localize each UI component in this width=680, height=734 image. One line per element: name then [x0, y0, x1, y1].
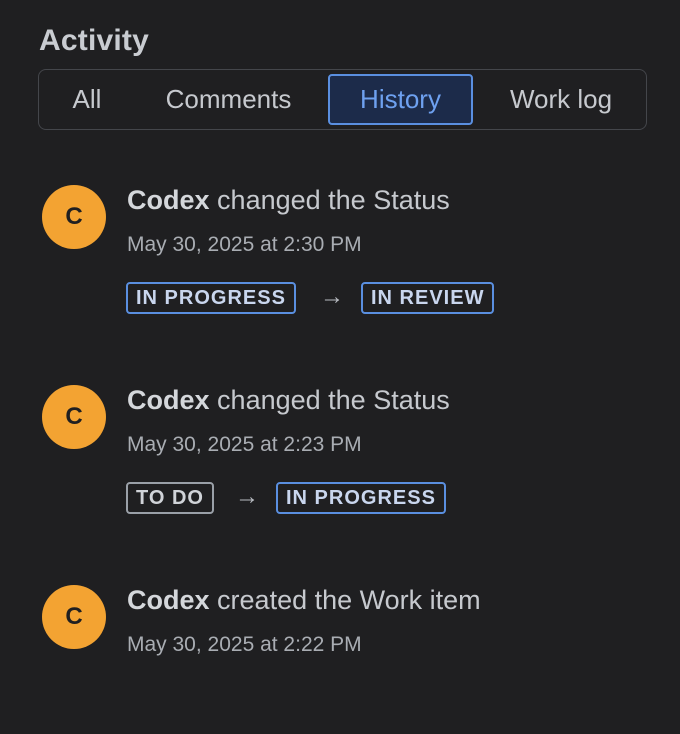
tab-comments[interactable]: Comments	[146, 74, 311, 125]
action-text: changed the	[217, 385, 366, 415]
tab-history[interactable]: History	[328, 74, 473, 125]
action-text: changed the	[217, 185, 366, 215]
status-lozenge-from: TO DO	[126, 482, 214, 514]
field-name: Work item	[359, 585, 481, 615]
avatar[interactable]: C	[42, 585, 106, 649]
status-lozenge-to: IN REVIEW	[361, 282, 495, 314]
entry-timestamp: May 30, 2025 at 2:30 PM	[127, 233, 362, 256]
field-name: Status	[373, 385, 450, 415]
activity-tabs: All Comments History Work log	[38, 69, 647, 130]
entry-timestamp: May 30, 2025 at 2:22 PM	[127, 633, 362, 656]
activity-title: Activity	[39, 24, 149, 57]
author-name[interactable]: Codex	[127, 585, 210, 615]
entry-timestamp: May 30, 2025 at 2:23 PM	[127, 433, 362, 456]
author-name[interactable]: Codex	[127, 185, 210, 215]
field-name: Status	[373, 185, 450, 215]
status-lozenge-from: IN PROGRESS	[126, 282, 296, 314]
status-lozenge-to: IN PROGRESS	[276, 482, 446, 514]
entry-headline: Codex changed the Status	[127, 185, 450, 216]
entry-headline: Codex created the Work item	[127, 585, 481, 616]
avatar[interactable]: C	[42, 185, 106, 249]
avatar[interactable]: C	[42, 385, 106, 449]
arrow-right-icon: →	[320, 283, 344, 310]
author-name[interactable]: Codex	[127, 385, 210, 415]
action-text: created the	[217, 585, 353, 615]
activity-panel: Activity All Comments History Work log C…	[0, 0, 680, 734]
entry-headline: Codex changed the Status	[127, 385, 450, 416]
arrow-right-icon: →	[235, 483, 259, 510]
tab-work-log[interactable]: Work log	[491, 74, 631, 125]
tab-all[interactable]: All	[56, 74, 118, 125]
